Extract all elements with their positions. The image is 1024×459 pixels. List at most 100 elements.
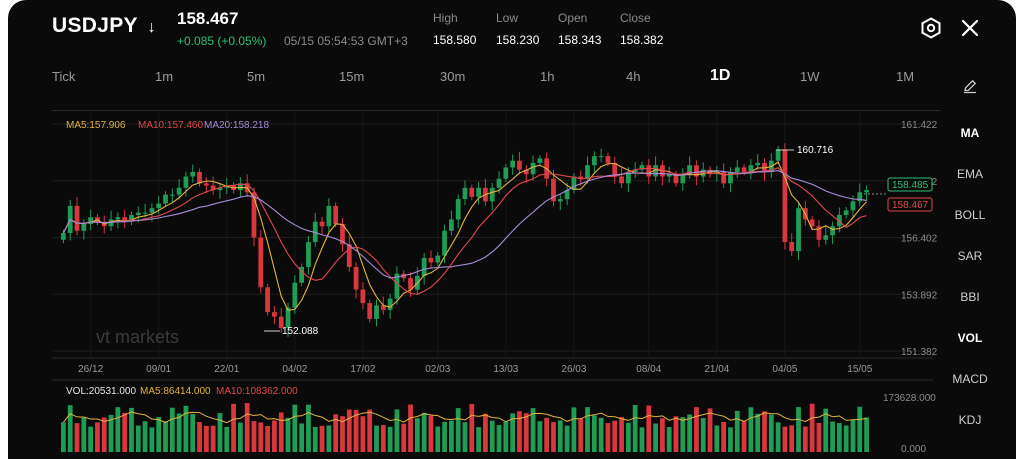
candle-body	[149, 208, 155, 213]
volume-bar	[585, 407, 590, 452]
volume-bar	[830, 421, 835, 452]
candle-body	[265, 287, 270, 313]
candle-body	[176, 187, 182, 195]
low-annotation: 152.088	[282, 326, 319, 337]
volume-bar	[237, 422, 243, 452]
volume-bar	[394, 409, 400, 452]
volume-bar	[687, 414, 693, 452]
candle-body	[449, 219, 454, 231]
candle-body	[367, 303, 373, 319]
volume-bar	[251, 421, 257, 452]
candle-body	[830, 226, 835, 236]
candle-body	[489, 187, 495, 202]
volume-bar	[360, 416, 366, 452]
volume-bar	[101, 417, 107, 452]
candle-body	[741, 167, 747, 172]
candle-body	[61, 233, 66, 240]
candle-body	[605, 156, 611, 163]
candle-body	[74, 205, 80, 231]
volume-bar	[809, 403, 815, 452]
volume-bar	[660, 418, 665, 452]
volume-bar	[857, 406, 863, 452]
vol-tick-label: 0.000	[901, 444, 926, 455]
volume-bar	[537, 421, 543, 452]
volume-bar	[176, 413, 182, 452]
price-tick-label: 161.422	[901, 120, 938, 131]
candle-body	[81, 223, 87, 231]
volume-bar	[135, 425, 141, 452]
candle-body	[734, 167, 740, 172]
volume-bar	[265, 426, 270, 452]
volume-bar	[796, 407, 801, 452]
volume-bar	[823, 408, 829, 452]
ask-price-label: 158.467	[892, 200, 929, 211]
volume-bar	[843, 425, 849, 452]
price-tick-label: 153.892	[901, 290, 938, 301]
bid-price-label: 158.485	[892, 180, 929, 191]
volume-bar	[489, 420, 495, 452]
date-tick-label: 08/04	[636, 364, 661, 375]
vol-legend-ma5: MA5:86414.000	[140, 386, 211, 397]
candle-body	[537, 158, 543, 163]
volume-bar	[802, 426, 808, 452]
volume-bar	[625, 422, 631, 452]
volume-bar	[442, 421, 447, 452]
volume-bar	[414, 418, 420, 452]
candle-body	[190, 171, 196, 177]
volume-bar	[598, 417, 604, 452]
volume-bar	[571, 407, 577, 452]
date-tick-label: 13/03	[493, 364, 518, 375]
candle-body	[503, 167, 509, 179]
volume-bar	[169, 407, 175, 452]
volume-bar	[95, 422, 100, 452]
candle-body	[585, 165, 590, 179]
vol-legend-ma10: MA10:108362.000	[216, 386, 298, 397]
candle-body	[469, 187, 475, 197]
candle-body	[292, 282, 298, 308]
volume-bar	[653, 423, 658, 452]
volume-bar	[476, 427, 481, 452]
volume-bar	[326, 425, 332, 452]
candle-body	[135, 212, 141, 215]
volume-bar	[258, 422, 264, 452]
candle-body	[496, 178, 502, 188]
candle-body	[115, 217, 121, 220]
date-tick-label: 21/04	[704, 364, 729, 375]
candle-body	[646, 165, 652, 177]
high-annotation: 160.716	[797, 145, 834, 156]
candle-body	[598, 156, 604, 158]
volume-bars	[61, 403, 869, 452]
price-tick-label: 156.402	[901, 234, 938, 245]
volume-bar	[129, 407, 134, 452]
legend-ma10: MA10:157.460	[138, 120, 203, 131]
legend-ma5: MA5:157.906	[66, 120, 126, 131]
date-tick-label: 26/12	[78, 364, 103, 375]
vol-legend-vol: VOL:20531.000	[66, 386, 136, 397]
candle-body	[435, 255, 441, 263]
volume-bar	[278, 412, 284, 452]
volume-bar	[768, 414, 774, 452]
volume-bar	[551, 422, 556, 452]
volume-bar	[707, 408, 713, 452]
volume-bar	[421, 412, 427, 452]
volume-bar	[306, 404, 311, 452]
volume-bar	[81, 417, 87, 452]
volume-bar	[67, 405, 73, 452]
volume-bar	[741, 421, 747, 452]
candle-body	[353, 266, 359, 290]
volume-bar	[557, 420, 563, 452]
volume-bar	[680, 417, 686, 452]
volume-bar	[544, 417, 550, 452]
volume-bar	[612, 420, 618, 452]
volume-bar	[782, 426, 788, 452]
volume-bar	[619, 417, 624, 452]
date-tick-label: 04/02	[282, 364, 307, 375]
volume-bar	[115, 407, 121, 452]
volume-bar	[449, 420, 454, 452]
volume-bar	[292, 404, 298, 452]
price-chart[interactable]: 161.422158.912156.402153.892151.38226/12…	[8, 0, 1016, 459]
legend-ma20: MA20:158.218	[204, 120, 269, 131]
candle-body	[782, 149, 788, 243]
candle-body	[843, 210, 849, 215]
volume-bar	[346, 409, 352, 452]
